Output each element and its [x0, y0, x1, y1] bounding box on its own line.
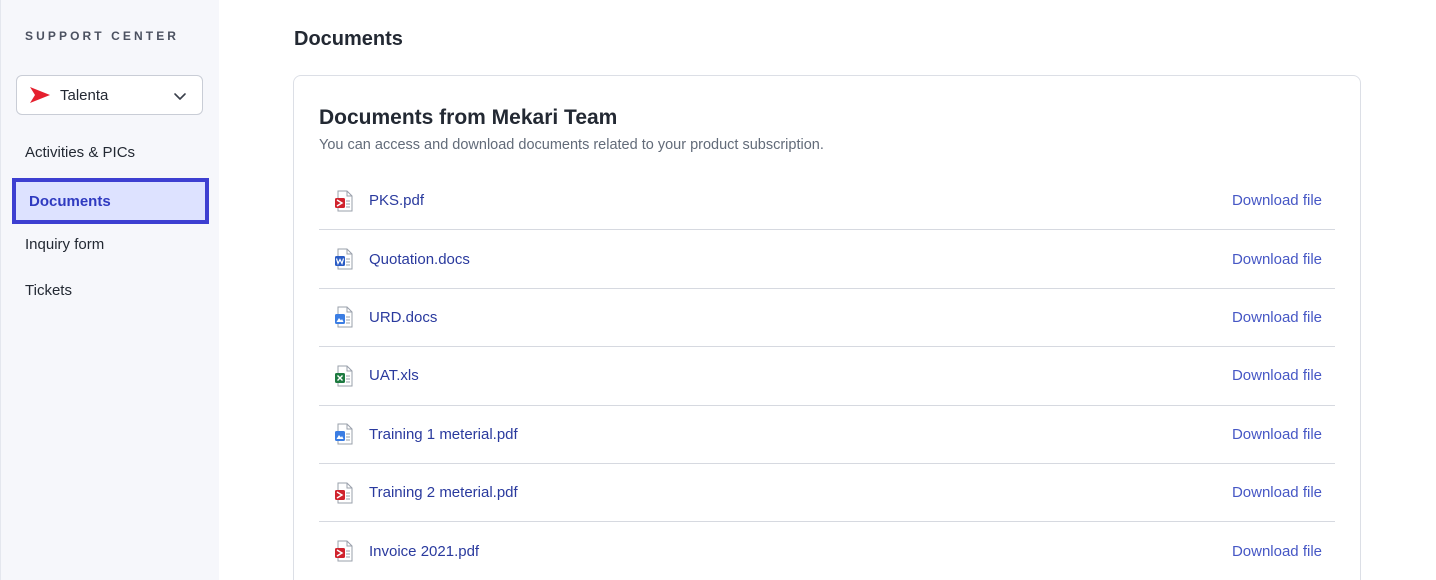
card-title: Documents from Mekari Team: [319, 106, 618, 129]
page-title: Documents: [294, 28, 403, 50]
pdf-file-icon: [335, 540, 353, 562]
sidebar-item-tickets[interactable]: Tickets: [25, 282, 72, 299]
pdf-file-icon: [335, 190, 353, 212]
product-selector-value: Talenta: [60, 86, 109, 104]
product-selector[interactable]: Talenta: [16, 75, 203, 115]
download-file-link[interactable]: Download file: [1232, 251, 1322, 268]
word-file-icon: [335, 248, 353, 270]
document-name-link[interactable]: UAT.xls: [369, 367, 419, 384]
chevron-down-icon: [174, 93, 186, 100]
download-file-link[interactable]: Download file: [1232, 484, 1322, 501]
list-item: PKS.pdf Download file: [319, 172, 1335, 231]
sidebar-item-activities[interactable]: Activities & PICs: [25, 144, 135, 161]
download-file-link[interactable]: Download file: [1232, 309, 1322, 326]
list-item: Training 2 meterial.pdf Download file: [319, 464, 1335, 523]
pdf-file-icon: [335, 482, 353, 504]
list-item: URD.docs Download file: [319, 289, 1335, 348]
sidebar-item-documents[interactable]: Documents: [12, 178, 209, 224]
document-list: PKS.pdf Download file Quotation.docs Dow…: [319, 172, 1335, 580]
excel-file-icon: [335, 365, 353, 387]
download-file-link[interactable]: Download file: [1232, 367, 1322, 384]
sidebar-title: SUPPORT CENTER: [25, 29, 180, 43]
card-subtitle: You can access and download documents re…: [319, 137, 824, 153]
document-name-link[interactable]: Training 1 meterial.pdf: [369, 426, 518, 443]
document-name-link[interactable]: PKS.pdf: [369, 192, 424, 209]
list-item: Invoice 2021.pdf Download file: [319, 522, 1335, 580]
list-item: Quotation.docs Download file: [319, 230, 1335, 289]
list-item: UAT.xls Download file: [319, 347, 1335, 406]
image-file-icon: [335, 423, 353, 445]
documents-card: Documents from Mekari Team You can acces…: [293, 75, 1361, 580]
document-name-link[interactable]: Quotation.docs: [369, 251, 470, 268]
download-file-link[interactable]: Download file: [1232, 426, 1322, 443]
download-file-link[interactable]: Download file: [1232, 543, 1322, 560]
image-file-icon: [335, 306, 353, 328]
sidebar-item-inquiry-form[interactable]: Inquiry form: [25, 236, 104, 253]
sidebar-item-label: Documents: [29, 193, 111, 210]
download-file-link[interactable]: Download file: [1232, 192, 1322, 209]
list-item: Training 1 meterial.pdf Download file: [319, 406, 1335, 464]
document-name-link[interactable]: Invoice 2021.pdf: [369, 543, 479, 560]
sidebar: SUPPORT CENTER Talenta Activities & PICs…: [0, 0, 219, 580]
talenta-logo-icon: [30, 87, 50, 103]
document-name-link[interactable]: Training 2 meterial.pdf: [369, 484, 518, 501]
document-name-link[interactable]: URD.docs: [369, 309, 437, 326]
